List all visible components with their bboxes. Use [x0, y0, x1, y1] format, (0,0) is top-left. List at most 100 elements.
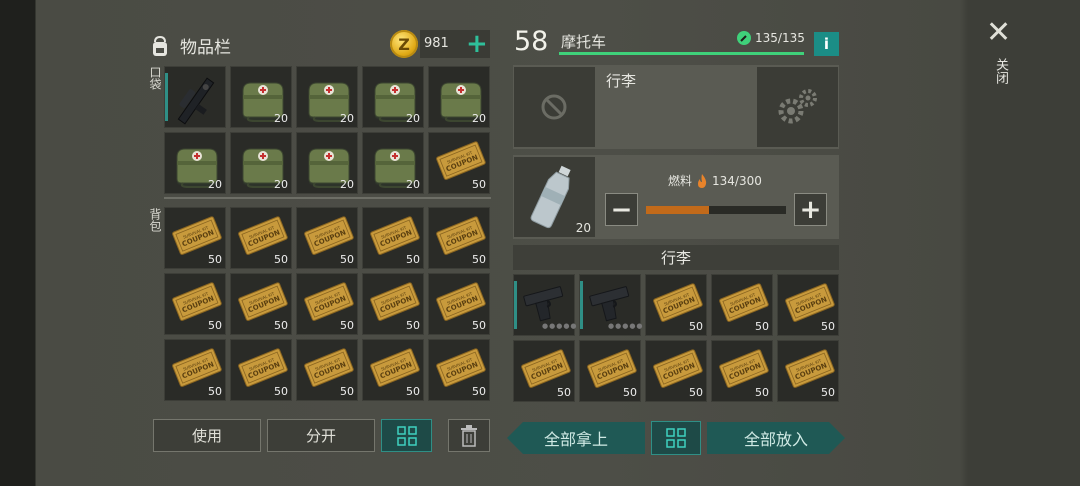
- inventory-slot[interactable]: SURVIVAL KIT COUPON 50: [164, 207, 226, 269]
- slot-count: 50: [406, 319, 420, 332]
- add-coins-button[interactable]: +: [466, 31, 488, 57]
- take-all-button[interactable]: 全部拿上: [507, 422, 645, 454]
- vehicle-level: 58: [514, 26, 549, 57]
- inventory-slot[interactable]: 20: [164, 132, 226, 194]
- inventory-slot[interactable]: SURVIVAL KIT COUPON 50: [777, 340, 839, 402]
- slot-count: 50: [755, 386, 769, 399]
- inventory-slot[interactable]: [164, 66, 226, 128]
- settings-slot[interactable]: [757, 67, 838, 147]
- slot-count: 20: [406, 178, 420, 191]
- inventory-slot[interactable]: SURVIVAL KIT COUPON 50: [513, 340, 575, 402]
- inventory-slot[interactable]: SURVIVAL KIT COUPON 50: [230, 339, 292, 401]
- info-button[interactable]: i: [814, 32, 839, 56]
- inventory-slot[interactable]: SURVIVAL KIT COUPON 50: [428, 273, 490, 335]
- backpack-label: 背包: [148, 208, 162, 232]
- inventory-slot[interactable]: SURVIVAL KIT COUPON 50: [296, 273, 358, 335]
- inventory-slot[interactable]: SURVIVAL KIT COUPON 50: [428, 207, 490, 269]
- sort-inventory-button[interactable]: [381, 419, 432, 452]
- inventory-slot[interactable]: SURVIVAL KIT COUPON 50: [711, 274, 773, 336]
- fuel-label-row: 燃料 134/300: [668, 172, 762, 189]
- close-label[interactable]: 关闭: [991, 58, 1010, 84]
- slot-count: 50: [557, 386, 571, 399]
- inventory-slot[interactable]: SURVIVAL KIT COUPON 50: [645, 340, 707, 402]
- slot-count: 50: [689, 386, 703, 399]
- inventory-slot[interactable]: 20: [296, 132, 358, 194]
- slot-count: 50: [689, 320, 703, 333]
- inventory-slot[interactable]: ●●●●●: [579, 274, 644, 336]
- backpack-icon: [153, 35, 167, 56]
- selection-marker: [514, 281, 517, 329]
- slot-count: 50: [821, 386, 835, 399]
- inventory-slot[interactable]: SURVIVAL KIT COUPON 50: [164, 339, 226, 401]
- inventory-slot[interactable]: 20: [296, 66, 358, 128]
- take-all-label: 全部拿上: [543, 430, 608, 449]
- slot-count: 50: [472, 253, 486, 266]
- inventory-slot[interactable]: ●●●●●: [513, 274, 577, 336]
- slot-count: 50: [472, 385, 486, 398]
- inventory-slot[interactable]: 20: [230, 66, 292, 128]
- flame-icon: [698, 173, 707, 188]
- slot-count: 50: [208, 253, 222, 266]
- sort-trunk-button[interactable]: [651, 421, 701, 455]
- slot-count: 20: [472, 112, 486, 125]
- inventory-slot[interactable]: SURVIVAL KIT COUPON 50: [428, 132, 490, 194]
- inventory-slot[interactable]: SURVIVAL KIT COUPON 50: [230, 207, 292, 269]
- inventory-slot[interactable]: 20: [428, 66, 490, 128]
- slot-title: 行李: [606, 72, 637, 90]
- fuel-item-slot[interactable]: 20: [514, 157, 595, 237]
- inventory-slot[interactable]: SURVIVAL KIT COUPON 50: [230, 273, 292, 335]
- put-all-button[interactable]: 全部放入: [707, 422, 845, 454]
- selection-marker: [580, 281, 583, 329]
- slot-count: 50: [406, 385, 420, 398]
- inventory-slot[interactable]: 20: [230, 132, 292, 194]
- inventory-slot[interactable]: 20: [362, 66, 424, 128]
- inventory-slot[interactable]: SURVIVAL KIT COUPON 50: [711, 340, 773, 402]
- inventory-header: 物品栏: [148, 33, 231, 58]
- slot-count: 20: [274, 112, 288, 125]
- slot-count: 50: [472, 319, 486, 332]
- stage: 物品栏 Z 981 + 口袋 背包 20 20 20 20 20 20 20 20 SURVIV…: [0, 0, 1080, 486]
- slot-count: 20: [340, 112, 354, 125]
- trash-button[interactable]: [448, 419, 490, 452]
- slot-count: 50: [274, 385, 288, 398]
- inventory-slot[interactable]: 20: [362, 132, 424, 194]
- use-button[interactable]: 使用: [153, 419, 261, 452]
- fuel-label: 燃料: [668, 174, 693, 188]
- pocket-label: 口袋: [148, 66, 162, 90]
- grid-icon: [666, 428, 686, 448]
- vehicle-hp-bar: [559, 52, 804, 55]
- gears-icon: [778, 89, 817, 124]
- close-icon[interactable]: ✕: [986, 18, 1011, 48]
- slot-count: 50: [340, 385, 354, 398]
- slot-count: 20: [208, 178, 222, 191]
- inventory-slot[interactable]: SURVIVAL KIT COUPON 50: [164, 273, 226, 335]
- inventory-slot[interactable]: SURVIVAL KIT COUPON 50: [579, 340, 641, 402]
- inventory-slot[interactable]: SURVIVAL KIT COUPON 50: [645, 274, 707, 336]
- inventory-slot[interactable]: SURVIVAL KIT COUPON 50: [296, 207, 358, 269]
- fuel-fill: [646, 206, 709, 214]
- grid-icon: [396, 425, 417, 446]
- trunk-title: 行李: [513, 245, 839, 270]
- vehicle-hp: 135/135: [737, 31, 805, 45]
- inventory-slot[interactable]: SURVIVAL KIT COUPON 50: [428, 339, 490, 401]
- slot-count: 50: [274, 253, 288, 266]
- inventory-slot[interactable]: SURVIVAL KIT COUPON 50: [777, 274, 839, 336]
- empty-slot[interactable]: [514, 67, 595, 147]
- split-button[interactable]: 分开: [267, 419, 375, 452]
- inventory-slot[interactable]: SURVIVAL KIT COUPON 50: [362, 273, 424, 335]
- inventory-slot[interactable]: SURVIVAL KIT COUPON 50: [362, 207, 424, 269]
- fuel-increase-button[interactable]: +: [794, 193, 827, 226]
- slot-count: 50: [274, 319, 288, 332]
- slot-count: 50: [208, 319, 222, 332]
- inventory-slot[interactable]: SURVIVAL KIT COUPON 50: [362, 339, 424, 401]
- quality-dots: ●●●●●: [608, 322, 644, 330]
- blocked-icon: [541, 94, 567, 120]
- inventory-slot[interactable]: SURVIVAL KIT COUPON 50: [296, 339, 358, 401]
- fuel-value: 134/300: [712, 173, 762, 188]
- slot-count: 50: [406, 253, 420, 266]
- slot-count: 20: [406, 112, 420, 125]
- slot-count: 20: [340, 178, 354, 191]
- slot-count: 20: [274, 178, 288, 191]
- put-all-label: 全部放入: [743, 430, 808, 449]
- fuel-decrease-button[interactable]: −: [605, 193, 638, 226]
